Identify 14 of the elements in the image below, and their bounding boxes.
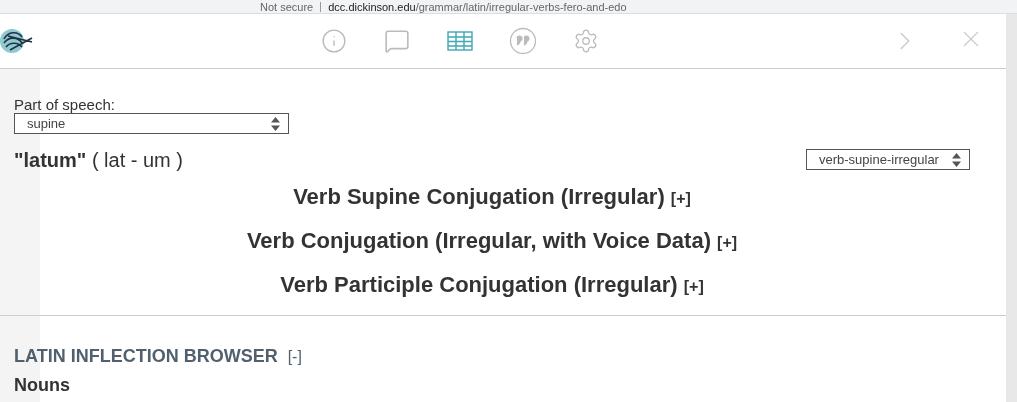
scrollbar[interactable] bbox=[1006, 14, 1017, 402]
updown-arrow-icon bbox=[271, 116, 280, 131]
table-heading[interactable]: Verb Supine Conjugation (Irregular) [+] bbox=[293, 184, 691, 210]
logo-icon bbox=[0, 26, 34, 56]
updown-arrow-icon bbox=[952, 152, 961, 167]
section-title: LATIN INFLECTION BROWSER bbox=[14, 346, 278, 367]
word-heading: "latum" ( lat - um ) bbox=[14, 149, 183, 172]
table-select[interactable]: verb-supine-irregular bbox=[806, 149, 970, 170]
part-of-speech-select[interactable]: supine bbox=[14, 113, 289, 134]
table-heading[interactable]: Verb Participle Conjugation (Irregular) [+] bbox=[280, 272, 704, 298]
table-heading[interactable]: Verb Conjugation (Irregular, with Voice Data) [+] bbox=[246, 228, 738, 254]
field-label: Part of speech: bbox=[14, 96, 115, 113]
collapse-toggle[interactable]: [-] bbox=[287, 347, 302, 366]
subheading: Nouns bbox=[14, 375, 70, 396]
